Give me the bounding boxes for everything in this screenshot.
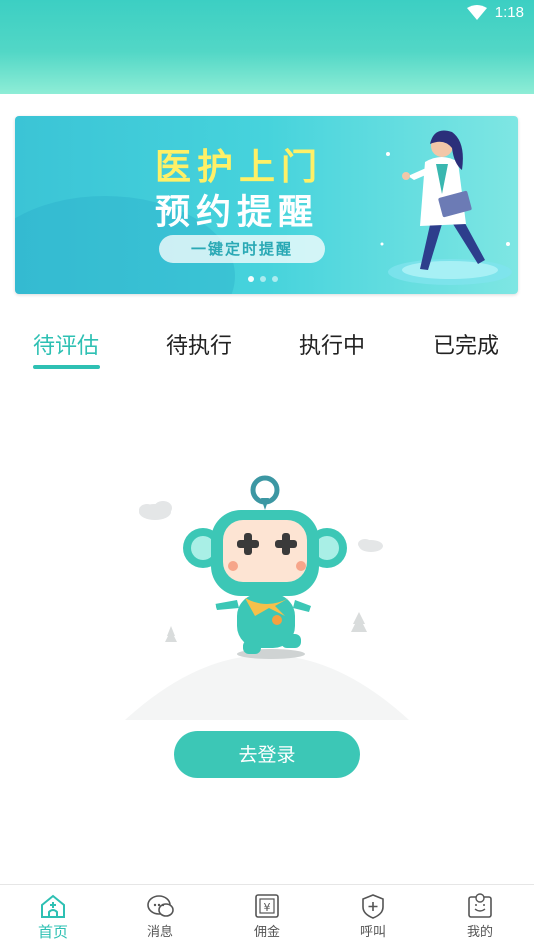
banner-subtitle: 预约提醒: [155, 193, 320, 233]
nav-label-home: 首页: [37, 923, 68, 941]
profile-icon: [468, 893, 492, 918]
home-icon: [41, 894, 65, 918]
svg-text:¥: ¥: [264, 901, 271, 914]
tab-in-progress[interactable]: 执行中: [299, 328, 365, 360]
carousel-dot: [272, 276, 278, 282]
doctor-illustration: [380, 130, 512, 285]
status-tabs: 待评估 待执行 执行中 已完成: [0, 320, 534, 370]
status-time: 1:18: [494, 4, 524, 21]
nav-label-commission: 佣金: [253, 925, 280, 940]
tab-pending-assessment[interactable]: 待评估: [33, 328, 99, 360]
tab-completed[interactable]: 已完成: [433, 328, 499, 360]
nav-item-profile[interactable]: 我的: [440, 893, 520, 940]
wifi-icon: [466, 4, 487, 20]
empty-state-mascot: [125, 475, 409, 720]
bottom-nav: 首页 消息 ¥ 佣金 呼叫 我的: [0, 884, 534, 950]
nav-label-profile: 我的: [466, 925, 493, 940]
nav-item-commission[interactable]: ¥ 佣金: [227, 893, 307, 940]
carousel-dot: [260, 276, 266, 282]
status-indicators: 1:18: [466, 4, 524, 21]
chat-icon: [147, 895, 174, 917]
nav-label-messages: 消息: [146, 925, 173, 940]
login-button[interactable]: 去登录: [174, 731, 360, 778]
shield-plus-icon: [362, 894, 384, 919]
nav-item-home[interactable]: 首页: [13, 893, 93, 942]
active-tab-indicator: [33, 365, 100, 369]
status-bar: 1:18: [0, 0, 534, 94]
banner-title: 医护上门: [155, 147, 324, 188]
nav-item-call[interactable]: 呼叫: [333, 893, 413, 940]
carousel-dots: [248, 276, 278, 282]
yen-icon: ¥: [255, 894, 279, 918]
tab-pending-execution[interactable]: 待执行: [166, 328, 232, 360]
promo-banner[interactable]: 医护上门 预约提醒 一键定时提醒: [15, 116, 518, 294]
nav-label-call: 呼叫: [359, 925, 386, 940]
carousel-dot: [248, 276, 254, 282]
banner-pill: 一键定时提醒: [159, 235, 325, 263]
nav-item-messages[interactable]: 消息: [120, 893, 200, 940]
